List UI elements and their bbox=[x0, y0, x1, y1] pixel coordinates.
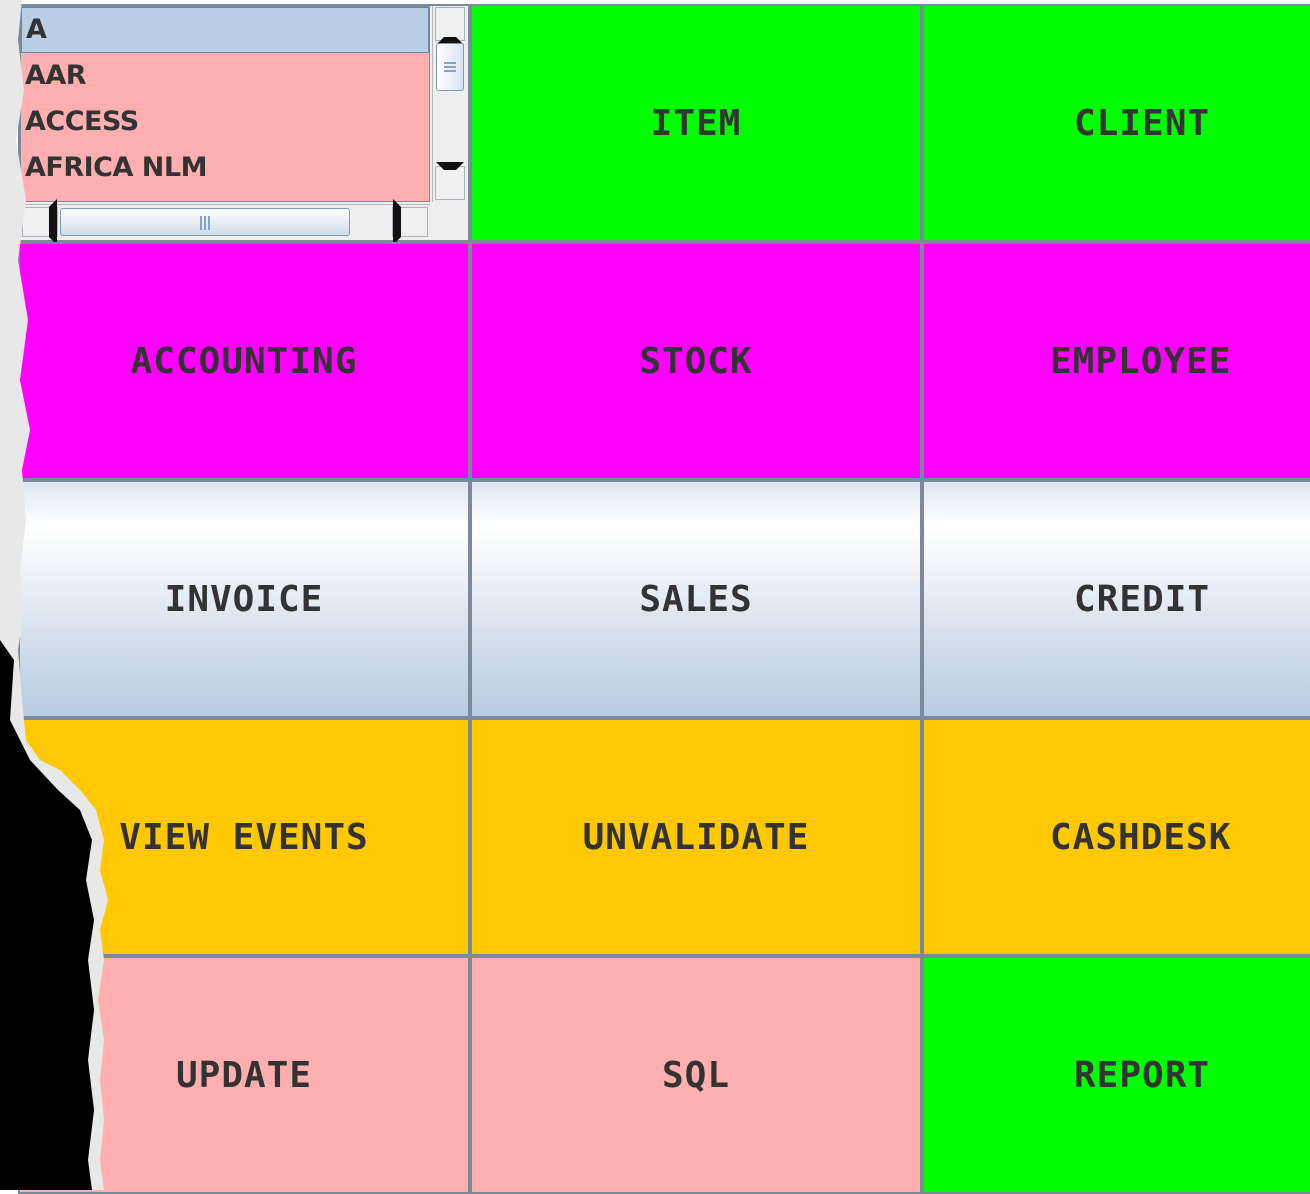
list-item[interactable]: ACCESS bbox=[21, 99, 429, 145]
grip-line bbox=[204, 216, 206, 230]
triangle-down-icon bbox=[436, 162, 464, 204]
triangle-right-icon bbox=[393, 199, 427, 245]
list-item[interactable]: AAR bbox=[21, 53, 429, 99]
list-item[interactable]: A bbox=[21, 7, 429, 53]
triangle-up-icon bbox=[436, 3, 464, 45]
stock-button-label: STOCK bbox=[639, 340, 753, 382]
update-button[interactable]: UPDATE bbox=[18, 956, 470, 1194]
employee-button[interactable]: EMPLOYEE bbox=[922, 242, 1310, 480]
stock-button[interactable]: STOCK bbox=[470, 242, 922, 480]
list-item[interactable]: AFRICA NLM bbox=[21, 145, 429, 191]
vertical-scroll-thumb[interactable] bbox=[436, 43, 464, 91]
unvalidate-button[interactable]: UNVALIDATE bbox=[470, 718, 922, 956]
triangle-left-icon bbox=[23, 199, 57, 245]
credit-button[interactable]: CREDIT bbox=[922, 480, 1310, 718]
cashdesk-button[interactable]: CASHDESK bbox=[922, 718, 1310, 956]
sql-button-label: SQL bbox=[661, 1054, 731, 1096]
invoice-button-label: INVOICE bbox=[164, 578, 324, 620]
grip-line bbox=[208, 216, 210, 230]
unvalidate-button-label: UNVALIDATE bbox=[582, 816, 810, 858]
report-button[interactable]: REPORT bbox=[922, 956, 1310, 1194]
client-list-viewport[interactable]: A AAR ACCESS AFRICA NLM bbox=[20, 6, 430, 202]
grip-line bbox=[444, 70, 456, 72]
client-button[interactable]: CLIENT bbox=[922, 4, 1310, 242]
scroll-up-button[interactable] bbox=[435, 7, 465, 45]
sales-button-label: SALES bbox=[639, 578, 753, 620]
scroll-down-button[interactable] bbox=[435, 162, 465, 200]
scrollbar-corner bbox=[432, 204, 466, 240]
grip-line bbox=[444, 66, 456, 68]
sql-button[interactable]: SQL bbox=[470, 956, 922, 1194]
invoice-button[interactable]: INVOICE bbox=[18, 480, 470, 718]
view-events-button[interactable]: VIEW EVENTS bbox=[18, 718, 470, 956]
main-button-grid: A AAR ACCESS AFRICA NLM ITEM CLIENT ACCO… bbox=[18, 4, 1310, 1194]
horizontal-scroll-thumb[interactable] bbox=[60, 208, 350, 236]
employee-button-label: EMPLOYEE bbox=[1050, 340, 1232, 382]
grip-line bbox=[444, 62, 456, 64]
update-button-label: UPDATE bbox=[175, 1054, 313, 1096]
sales-button[interactable]: SALES bbox=[470, 480, 922, 718]
vertical-scrollbar[interactable] bbox=[432, 6, 466, 202]
client-button-label: CLIENT bbox=[1074, 102, 1211, 144]
scroll-right-button[interactable] bbox=[392, 199, 428, 245]
client-list[interactable]: A AAR ACCESS AFRICA NLM bbox=[20, 6, 468, 245]
item-button[interactable]: ITEM bbox=[470, 4, 922, 242]
client-list-panel: A AAR ACCESS AFRICA NLM bbox=[18, 4, 470, 245]
report-button-label: REPORT bbox=[1074, 1054, 1211, 1096]
credit-button-label: CREDIT bbox=[1074, 578, 1211, 620]
cashdesk-button-label: CASHDESK bbox=[1050, 816, 1232, 858]
view-events-button-label: VIEW EVENTS bbox=[119, 816, 369, 858]
scroll-left-button[interactable] bbox=[22, 199, 58, 245]
accounting-button-label: ACCOUNTING bbox=[130, 340, 358, 382]
accounting-button[interactable]: ACCOUNTING bbox=[18, 242, 470, 480]
horizontal-scrollbar[interactable] bbox=[20, 199, 430, 245]
grip-line bbox=[200, 216, 202, 230]
item-button-label: ITEM bbox=[650, 102, 742, 144]
